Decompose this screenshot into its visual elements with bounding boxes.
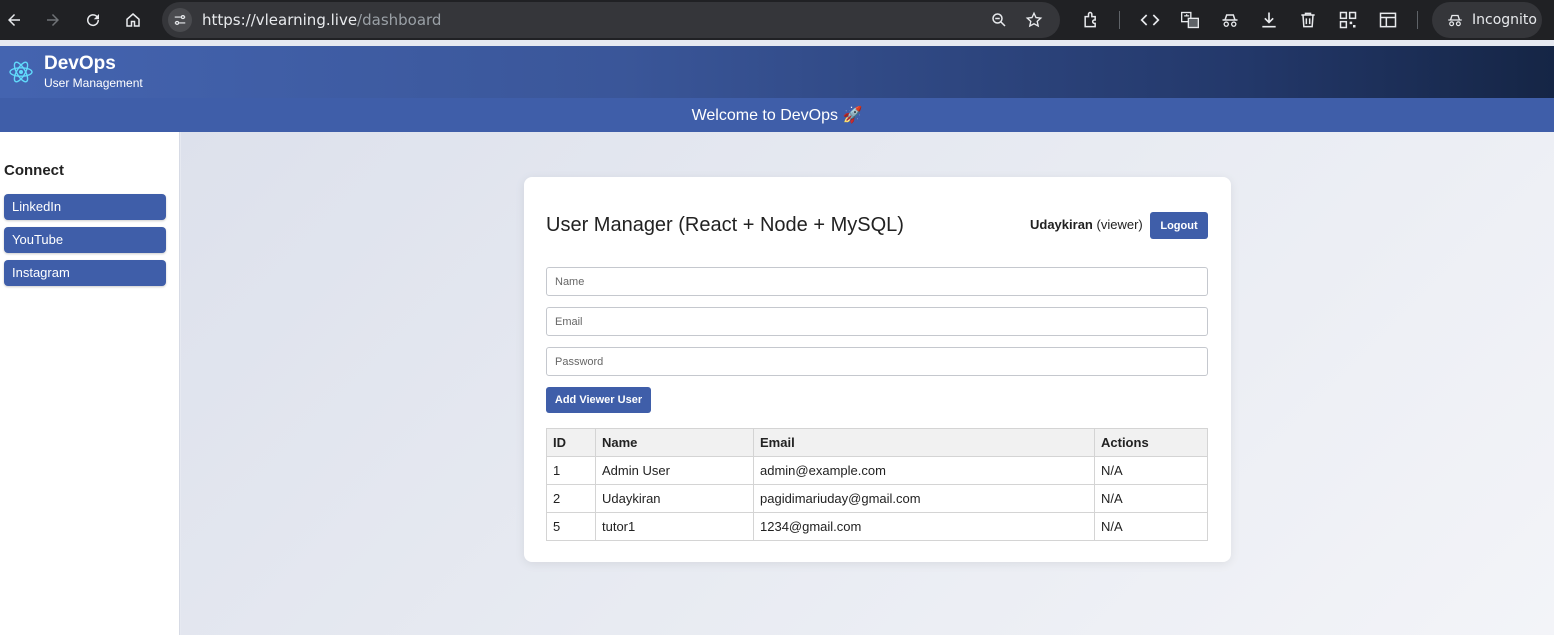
- current-user: Udaykiran (viewer): [1030, 217, 1143, 232]
- welcome-banner: Welcome to DevOps 🚀: [0, 98, 1554, 132]
- brand-title: DevOps: [44, 53, 116, 74]
- forward-icon[interactable]: [42, 9, 64, 31]
- cell-actions: N/A: [1094, 512, 1208, 541]
- cell-id: 1: [546, 456, 596, 485]
- browser-toolbar: https://vlearning.live/dashboard Incogni…: [0, 0, 1554, 40]
- home-icon[interactable]: [122, 9, 144, 31]
- sidebar-link-instagram[interactable]: Instagram: [4, 260, 166, 286]
- back-icon[interactable]: [3, 9, 25, 31]
- table-row: 2 Udaykiran pagidimariuday@gmail.com N/A: [546, 484, 1208, 513]
- sidebar-link-linkedin[interactable]: LinkedIn: [4, 194, 166, 220]
- react-logo-icon: [9, 61, 33, 83]
- column-header-email: Email: [753, 428, 1095, 457]
- incognito-icon: [1448, 14, 1462, 27]
- site-settings-icon[interactable]: [168, 8, 192, 32]
- toolbar-divider: [1119, 11, 1120, 29]
- trash-icon[interactable]: [1298, 10, 1318, 30]
- table-header-row: ID Name Email Actions: [546, 428, 1208, 457]
- reload-icon[interactable]: [82, 9, 104, 31]
- cell-name: Admin User: [595, 456, 754, 485]
- cell-name: tutor1: [595, 512, 754, 541]
- cell-actions: N/A: [1094, 484, 1208, 513]
- cell-id: 2: [546, 484, 596, 513]
- email-input[interactable]: [546, 307, 1208, 336]
- sidebar: Connect LinkedIn YouTube Instagram: [0, 132, 180, 635]
- password-input[interactable]: [546, 347, 1208, 376]
- sidebar-link-youtube[interactable]: YouTube: [4, 227, 166, 253]
- incognito-label: Incognito: [1472, 12, 1537, 28]
- column-header-name: Name: [595, 428, 754, 457]
- logout-button[interactable]: Logout: [1150, 212, 1208, 239]
- translate-icon[interactable]: [1180, 10, 1200, 30]
- welcome-text: Welcome to DevOps 🚀: [691, 107, 863, 124]
- app-header: DevOps User Management: [0, 46, 1554, 98]
- cell-name: Udaykiran: [595, 484, 754, 513]
- side-panel-icon[interactable]: [1378, 10, 1398, 30]
- current-role: (viewer): [1096, 217, 1143, 232]
- table-row: 1 Admin User admin@example.com N/A: [546, 456, 1208, 485]
- incognito-mode-icon[interactable]: [1220, 10, 1240, 30]
- column-header-actions: Actions: [1094, 428, 1208, 457]
- extensions-icon[interactable]: [1081, 10, 1101, 30]
- code-icon[interactable]: [1140, 10, 1160, 30]
- zoom-icon[interactable]: [990, 11, 1008, 29]
- download-icon[interactable]: [1259, 10, 1279, 30]
- current-username: Udaykiran: [1030, 217, 1093, 232]
- add-viewer-user-button[interactable]: Add Viewer User: [546, 387, 651, 413]
- cell-actions: N/A: [1094, 456, 1208, 485]
- address-bar[interactable]: https://vlearning.live/dashboard: [162, 2, 1060, 38]
- cell-id: 5: [546, 512, 596, 541]
- cell-email: admin@example.com: [753, 456, 1095, 485]
- url-text: https://vlearning.live/dashboard: [202, 11, 442, 29]
- sidebar-heading: Connect: [4, 162, 64, 179]
- column-header-id: ID: [546, 428, 596, 457]
- card-title: User Manager (React + Node + MySQL): [546, 214, 904, 236]
- users-table: ID Name Email Actions 1 Admin User admin…: [546, 428, 1208, 541]
- incognito-badge[interactable]: Incognito: [1432, 2, 1542, 38]
- name-input[interactable]: [546, 267, 1208, 296]
- cell-email: 1234@gmail.com: [753, 512, 1095, 541]
- brand-subtitle: User Management: [44, 76, 143, 90]
- toolbar-divider: [1417, 11, 1418, 29]
- bookmark-star-icon[interactable]: [1025, 11, 1043, 29]
- cell-email: pagidimariuday@gmail.com: [753, 484, 1095, 513]
- table-row: 5 tutor1 1234@gmail.com N/A: [546, 512, 1208, 541]
- user-manager-card: User Manager (React + Node + MySQL) Uday…: [524, 177, 1231, 562]
- qr-code-icon[interactable]: [1338, 10, 1358, 30]
